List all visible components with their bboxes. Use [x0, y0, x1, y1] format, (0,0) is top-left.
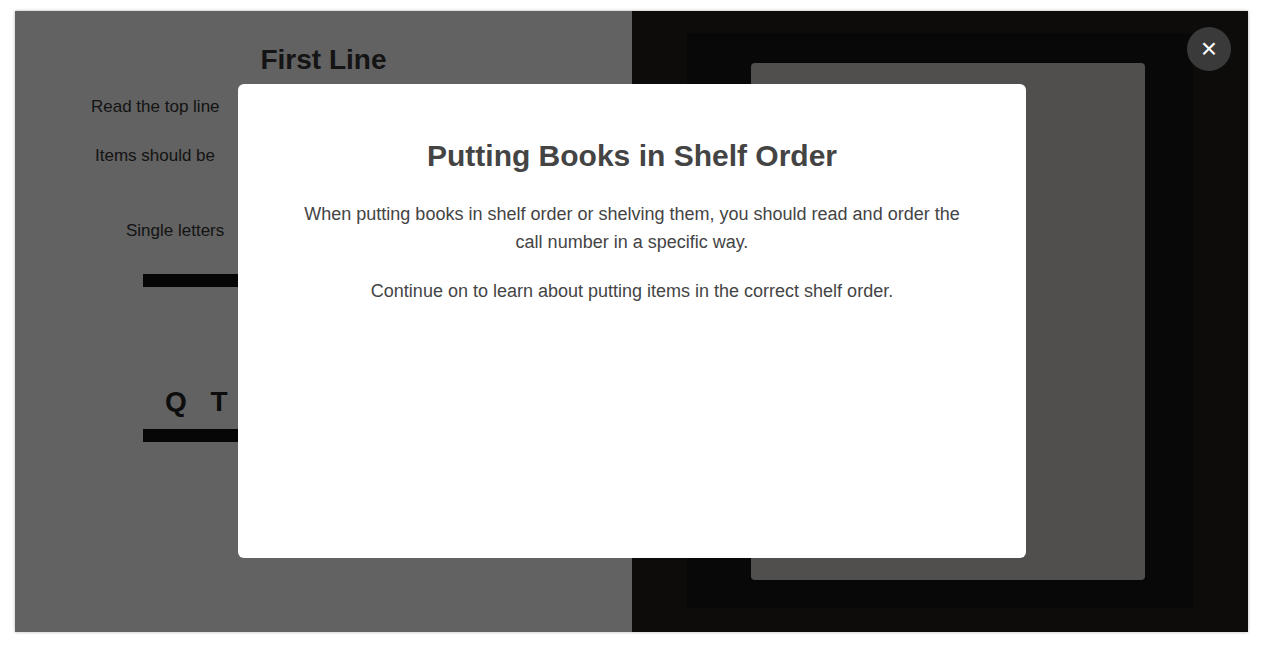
modal-title: Putting Books in Shelf Order	[298, 136, 966, 176]
close-button[interactable]: ×	[1187, 27, 1231, 71]
modal-paragraph: When putting books in shelf order or she…	[302, 200, 962, 256]
info-modal: Putting Books in Shelf Order When putting…	[238, 84, 1026, 558]
modal-paragraph: Continue on to learn about putting items…	[302, 277, 962, 305]
lesson-frame: First LineRead the top lineItems should …	[15, 11, 1248, 632]
